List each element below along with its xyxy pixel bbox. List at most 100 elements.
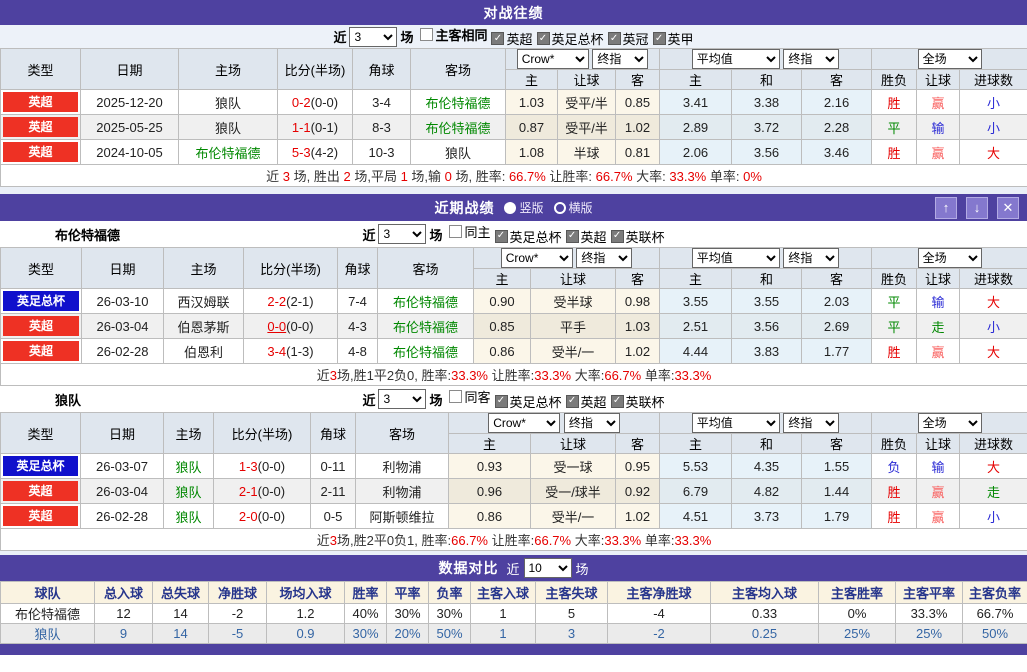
match-score[interactable]: 2-2(2-1) bbox=[243, 288, 338, 314]
compare-col-header: 主客负率 bbox=[962, 581, 1027, 604]
match-score[interactable]: 2-1(0-0) bbox=[213, 478, 311, 504]
close-button[interactable]: ✕ bbox=[997, 196, 1019, 219]
checkbox-label: 英足总杯 bbox=[509, 394, 562, 410]
result-group-header: 全场 bbox=[871, 48, 1027, 70]
odds-final-select[interactable]: 终指 bbox=[576, 248, 633, 268]
col-header-handicap-result: 让球 bbox=[916, 433, 961, 454]
match-score[interactable]: 3-4(1-3) bbox=[243, 338, 338, 364]
odds-company-select[interactable]: Crow* bbox=[516, 49, 589, 69]
odds-away: 0.95 bbox=[614, 453, 661, 479]
match-row: 英超 26-02-28 伯恩利 3-4(1-3) 4-8 布伦特福德 0.86 受半/一 1.0… bbox=[0, 338, 1027, 364]
avg-select[interactable]: 平均值 bbox=[691, 248, 780, 268]
fulltime-select[interactable]: 全场 bbox=[917, 49, 982, 69]
match-score[interactable]: 5-3(4-2) bbox=[277, 139, 353, 165]
avg-away-odds: 2.16 bbox=[801, 89, 873, 115]
filter-checkbox-英冠[interactable]: ✓ 英冠 bbox=[607, 29, 649, 48]
filter-checkbox-英超[interactable]: ✓ 英超 bbox=[565, 392, 607, 411]
stat-value: 0% bbox=[818, 603, 896, 624]
compare-row: 狼队 9 14 -5 0.9 30% 20% 50% 1 3 -2 0.25 25% 25% 50% bbox=[0, 623, 1027, 644]
league-badge: 英超 bbox=[3, 506, 78, 526]
arrow-down-icon: ↓ bbox=[973, 200, 981, 215]
filter-checkbox-英联杯[interactable]: ✓ 英联杯 bbox=[610, 392, 665, 411]
odds-company-select[interactable]: Crow* bbox=[500, 248, 573, 268]
filter-checkbox-英联杯[interactable]: ✓ 英联杯 bbox=[610, 227, 665, 246]
filter-checkbox-英甲[interactable]: ✓ 英甲 bbox=[652, 29, 694, 48]
match-score[interactable]: 2-0(0-0) bbox=[213, 503, 311, 529]
avg-final-select[interactable]: 终指 bbox=[783, 248, 840, 268]
stat-value: -2 bbox=[208, 603, 267, 624]
col-header-goals: 进球数 bbox=[959, 433, 1027, 454]
odds-final-select[interactable]: 终指 bbox=[592, 49, 649, 69]
avg-draw-odds: 3.55 bbox=[731, 288, 803, 314]
near-label: 近 bbox=[362, 227, 376, 243]
compare-col-header: 主客净胜球 bbox=[607, 581, 711, 604]
stat-value: 25% bbox=[895, 623, 963, 644]
goals-result: 小 bbox=[959, 114, 1027, 140]
avg-away-odds: 1.55 bbox=[801, 453, 873, 479]
filter-checkbox-主客相同[interactable]: 主客相同 bbox=[420, 25, 487, 44]
h2h-near-count-select[interactable]: 3 bbox=[349, 26, 398, 47]
fulltime-score: 2-1 bbox=[238, 483, 258, 499]
filter-checkbox-英足总杯[interactable]: ✓ 英足总杯 bbox=[494, 227, 562, 246]
vertical-layout-label[interactable]: 竖版 bbox=[519, 199, 543, 216]
checkbox-label: 同客 bbox=[464, 390, 491, 406]
checkbox-label: 英超 bbox=[506, 32, 533, 48]
brentford-table: 类型 日期 主场 比分(半场) 角球 客场 Crow* 终指 平均值 终指 全场… bbox=[0, 247, 1027, 386]
avg-select[interactable]: 平均值 bbox=[691, 413, 780, 433]
match-date: 26-03-04 bbox=[81, 313, 164, 339]
vertical-layout-radio[interactable] bbox=[504, 201, 517, 214]
fulltime-select[interactable]: 全场 bbox=[917, 413, 982, 433]
filter-checkbox-同客[interactable]: 同客 bbox=[449, 387, 491, 406]
match-score[interactable]: 1-1(0-1) bbox=[277, 114, 353, 140]
col-header-avg-home: 主 bbox=[659, 268, 733, 289]
away-team: 利物浦 bbox=[355, 478, 449, 504]
odds-away: 1.02 bbox=[614, 338, 661, 364]
fulltime-score: 5-3 bbox=[291, 144, 311, 160]
odds-away: 0.85 bbox=[614, 89, 661, 115]
compare-near-count-select[interactable]: 10 bbox=[523, 558, 572, 578]
avg-final-select[interactable]: 终指 bbox=[783, 413, 840, 433]
horizontal-layout-label[interactable]: 横版 bbox=[569, 199, 593, 216]
match-score[interactable]: 0-2(0-0) bbox=[277, 89, 353, 115]
stat-value: 40% bbox=[344, 603, 387, 624]
odds-company-select[interactable]: Crow* bbox=[488, 413, 561, 433]
h2h-table: 类型 日期 主场 比分(半场) 角球 客场 Crow* 终指 平均值 终指 全场… bbox=[0, 48, 1027, 187]
move-down-button[interactable]: ↓ bbox=[966, 196, 988, 219]
horizontal-layout-radio[interactable] bbox=[553, 201, 566, 214]
stat-value: 30% bbox=[386, 603, 429, 624]
wolves-near-count-select[interactable]: 3 bbox=[378, 389, 427, 409]
fulltime-score[interactable]: 0-0 bbox=[267, 319, 286, 334]
halftime-score: (0-0) bbox=[257, 483, 286, 499]
match-row: 英足总杯 26-03-10 西汉姆联 2-2(2-1) 7-4 布伦特福德 0.90 受半球 0… bbox=[0, 288, 1027, 314]
avg-select[interactable]: 平均值 bbox=[691, 49, 780, 69]
col-header-corner: 角球 bbox=[337, 247, 378, 289]
col-header-avg-away: 客 bbox=[801, 268, 873, 289]
match-date: 2024-10-05 bbox=[80, 139, 179, 165]
filter-checkbox-英超[interactable]: ✓ 英超 bbox=[565, 227, 607, 246]
filter-checkbox-同主[interactable]: 同主 bbox=[449, 222, 491, 241]
compare-col-header: 球队 bbox=[0, 581, 95, 604]
match-score[interactable]: 0-0(0-0) bbox=[243, 313, 338, 339]
odds-away: 0.81 bbox=[614, 139, 661, 165]
odds-away: 0.98 bbox=[614, 288, 661, 314]
brentford-near-count-select[interactable]: 3 bbox=[378, 224, 427, 244]
fulltime-select[interactable]: 全场 bbox=[917, 248, 982, 268]
filter-checkbox-英足总杯[interactable]: ✓ 英足总杯 bbox=[494, 392, 562, 411]
unchecked-checkbox-icon bbox=[449, 225, 463, 239]
filter-checkbox-英超[interactable]: ✓ 英超 bbox=[491, 29, 533, 48]
col-header-avg-away: 客 bbox=[801, 69, 873, 90]
next-section-bar bbox=[0, 644, 1027, 655]
filter-checkbox-英足总杯[interactable]: ✓ 英足总杯 bbox=[536, 29, 604, 48]
move-up-button[interactable]: ↑ bbox=[935, 196, 957, 219]
away-team: 阿斯顿维拉 bbox=[355, 503, 449, 529]
avg-final-select[interactable]: 终指 bbox=[783, 49, 840, 69]
h2h-filter-row: 近 3 场 主客相同 ✓ 英超 ✓ 英足总杯 ✓ 英冠 ✓ 英甲 bbox=[0, 25, 1027, 48]
odds-final-select[interactable]: 终指 bbox=[563, 413, 620, 433]
team-name[interactable]: 狼队 bbox=[0, 623, 95, 644]
league-cell: 英超 bbox=[0, 338, 82, 364]
odds-handicap: 半球 bbox=[557, 139, 616, 165]
goals-result: 大 bbox=[959, 288, 1027, 314]
section-compare-bar: 数据对比 近 10 场 bbox=[0, 555, 1027, 581]
col-header-home: 主场 bbox=[163, 412, 214, 454]
match-score[interactable]: 1-3(0-0) bbox=[213, 453, 311, 479]
